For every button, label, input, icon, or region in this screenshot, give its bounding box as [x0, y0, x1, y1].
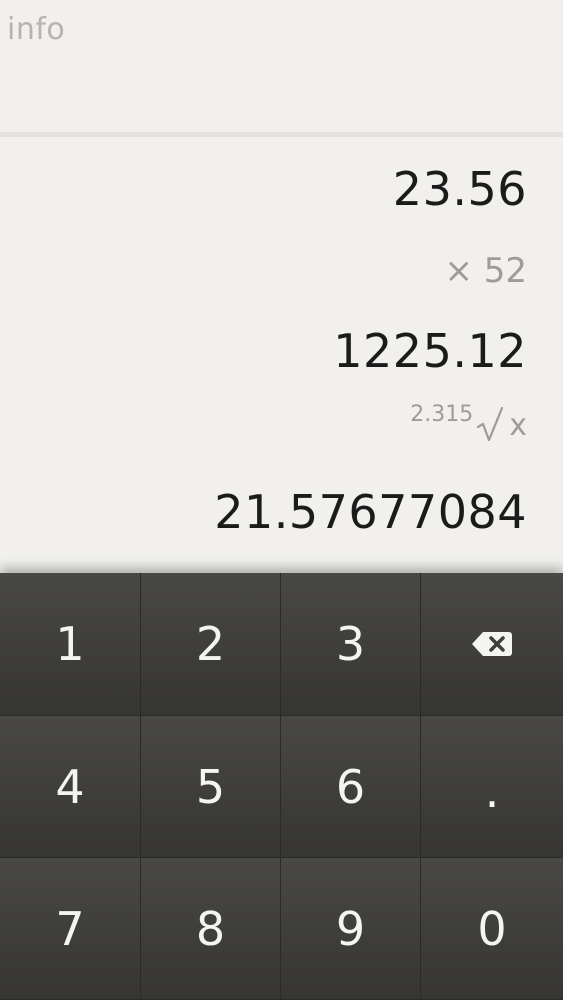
decimal-point-label: .	[484, 763, 500, 818]
tape-result: 21.57677084	[214, 485, 527, 539]
tape-operation-root: 2.315 x	[410, 402, 527, 443]
key-9[interactable]: 9	[281, 858, 421, 1000]
key-5[interactable]: 5	[141, 716, 281, 858]
key-2[interactable]: 2	[141, 573, 281, 716]
backspace-icon	[472, 632, 512, 656]
info-link[interactable]: info	[7, 12, 65, 47]
root-index: 2.315	[410, 402, 474, 427]
keypad: 1 2 3 4 5 6 . 7 8 9 0	[0, 573, 563, 1000]
key-decimal[interactable]: .	[421, 716, 563, 858]
key-6[interactable]: 6	[281, 716, 421, 858]
backspace-button[interactable]	[421, 573, 563, 716]
key-7[interactable]: 7	[0, 858, 141, 1000]
tape-operation-multiply: × 52	[444, 251, 527, 291]
calculation-tape: 23.56 × 52 1225.12 2.315 x 21.57677084	[0, 137, 563, 573]
key-0[interactable]: 0	[421, 858, 563, 1000]
key-8[interactable]: 8	[141, 858, 281, 1000]
calculator-screen: info 23.56 × 52 1225.12 2.315 x 21.57677…	[0, 0, 563, 1000]
tape-value-2: 1225.12	[333, 324, 527, 378]
key-3[interactable]: 3	[281, 573, 421, 716]
root-variable: x	[509, 408, 527, 443]
top-bar: info	[0, 0, 563, 132]
key-1[interactable]: 1	[0, 573, 141, 716]
square-root-icon	[477, 407, 504, 441]
tape-value-1: 23.56	[392, 162, 527, 216]
key-4[interactable]: 4	[0, 716, 141, 858]
